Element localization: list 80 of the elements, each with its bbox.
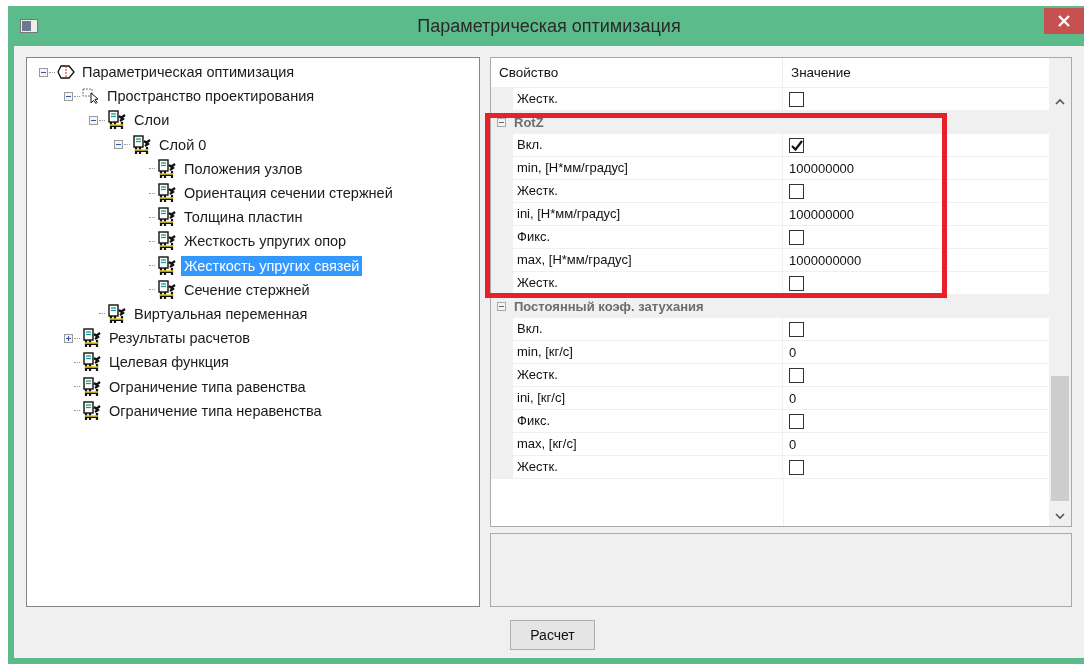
property-name: Фикс. — [513, 410, 783, 432]
checkbox[interactable] — [789, 229, 804, 245]
scroll-down-icon[interactable] — [1055, 513, 1065, 520]
tree-item[interactable]: Толщина пластин — [181, 207, 306, 228]
category-label: RotZ — [514, 114, 544, 130]
scrollbar[interactable] — [1049, 58, 1071, 526]
tree-item[interactable]: Ограничение типа неравенства — [106, 400, 325, 421]
tools-icon — [82, 376, 102, 397]
column-header: Свойство — [491, 58, 783, 87]
property-name: min, [кг/с] — [513, 341, 783, 363]
cursor-icon — [82, 88, 100, 105]
collapse-icon[interactable] — [497, 301, 506, 311]
property-name: Жестк. — [513, 180, 783, 202]
tree-item[interactable]: Сечение стержней — [181, 279, 313, 300]
tools-icon — [157, 255, 177, 276]
property-name: min, [Н*мм/градус] — [513, 157, 783, 179]
tree-item[interactable]: Положения узлов — [181, 158, 306, 179]
tools-icon — [82, 400, 102, 421]
property-name: ini, [Н*мм/градус] — [513, 203, 783, 225]
property-value[interactable]: 0 — [789, 390, 797, 406]
tree-item[interactable]: Ориентация сечении стержней — [181, 183, 396, 204]
property-name: Фикс. — [513, 226, 783, 248]
checkbox[interactable] — [789, 137, 804, 153]
collapse-icon[interactable] — [88, 115, 98, 125]
window-title: Параметрическая оптимизация — [417, 16, 681, 37]
checkbox[interactable] — [789, 367, 804, 383]
tree-item[interactable]: Целевая функция — [106, 352, 232, 373]
collapse-icon[interactable] — [63, 91, 73, 101]
tree-item[interactable]: Слой 0 — [156, 134, 210, 155]
tree-item[interactable]: Слои — [131, 110, 173, 131]
property-value[interactable]: 1000000000 — [789, 252, 862, 268]
property-name: ini, [кг/с] — [513, 387, 783, 409]
property-name: Жестк. — [513, 456, 783, 478]
tools-icon — [157, 279, 177, 300]
property-name: Вкл. — [513, 318, 783, 340]
close-button[interactable] — [1044, 8, 1084, 34]
tree-item[interactable]: Виртуальная переменная — [131, 303, 311, 324]
collapse-icon[interactable] — [113, 140, 123, 150]
checkbox[interactable] — [789, 459, 804, 475]
collapse-icon[interactable] — [38, 67, 48, 77]
property-name: Жестк. — [513, 272, 783, 294]
column-header: Значение — [790, 65, 851, 80]
tools-icon — [107, 303, 127, 324]
tools-icon — [132, 134, 152, 155]
property-name: max, [кг/с] — [513, 433, 783, 455]
property-name: max, [Н*мм/градус] — [513, 249, 783, 271]
tools-icon — [157, 158, 177, 179]
tools-icon — [82, 352, 102, 373]
tools-icon — [157, 183, 177, 204]
scroll-up-icon[interactable] — [1055, 98, 1065, 105]
property-value[interactable]: 0 — [789, 436, 797, 452]
close-icon — [1058, 15, 1070, 27]
target-icon — [57, 65, 75, 80]
property-value[interactable]: 0 — [789, 344, 797, 360]
scrollbar-thumb[interactable] — [1051, 376, 1069, 501]
checkbox[interactable] — [789, 183, 804, 199]
expand-icon[interactable] — [63, 333, 73, 343]
checkbox[interactable] — [789, 91, 804, 107]
calculate-button[interactable]: Расчет — [510, 620, 595, 650]
tree-item[interactable]: Параметрическая оптимизация — [79, 62, 298, 83]
tools-icon — [107, 110, 127, 131]
tools-icon — [157, 231, 177, 252]
property-name: Вкл. — [513, 134, 783, 156]
property-name: Жестк. — [513, 364, 783, 386]
tree-item[interactable]: Результаты расчетов — [106, 328, 253, 349]
tools-icon — [82, 328, 102, 349]
collapse-icon[interactable] — [497, 117, 506, 127]
checkbox[interactable] — [789, 413, 804, 429]
window-icon — [20, 19, 38, 33]
check-icon — [790, 139, 803, 151]
property-value[interactable]: 100000000 — [789, 206, 855, 222]
tree-item[interactable]: Ограничение типа равенства — [106, 376, 309, 397]
property-name: Жестк. — [513, 88, 783, 110]
category-label: Постоянный коэф. затухания — [514, 298, 704, 314]
tree-item[interactable]: Пространство проектирования — [104, 86, 318, 107]
tools-icon — [157, 207, 177, 228]
checkbox[interactable] — [789, 275, 804, 291]
property-value[interactable]: 100000000 — [789, 160, 855, 176]
checkbox[interactable] — [789, 321, 804, 337]
tree-item[interactable]: Жесткость упругих опор — [181, 231, 350, 252]
